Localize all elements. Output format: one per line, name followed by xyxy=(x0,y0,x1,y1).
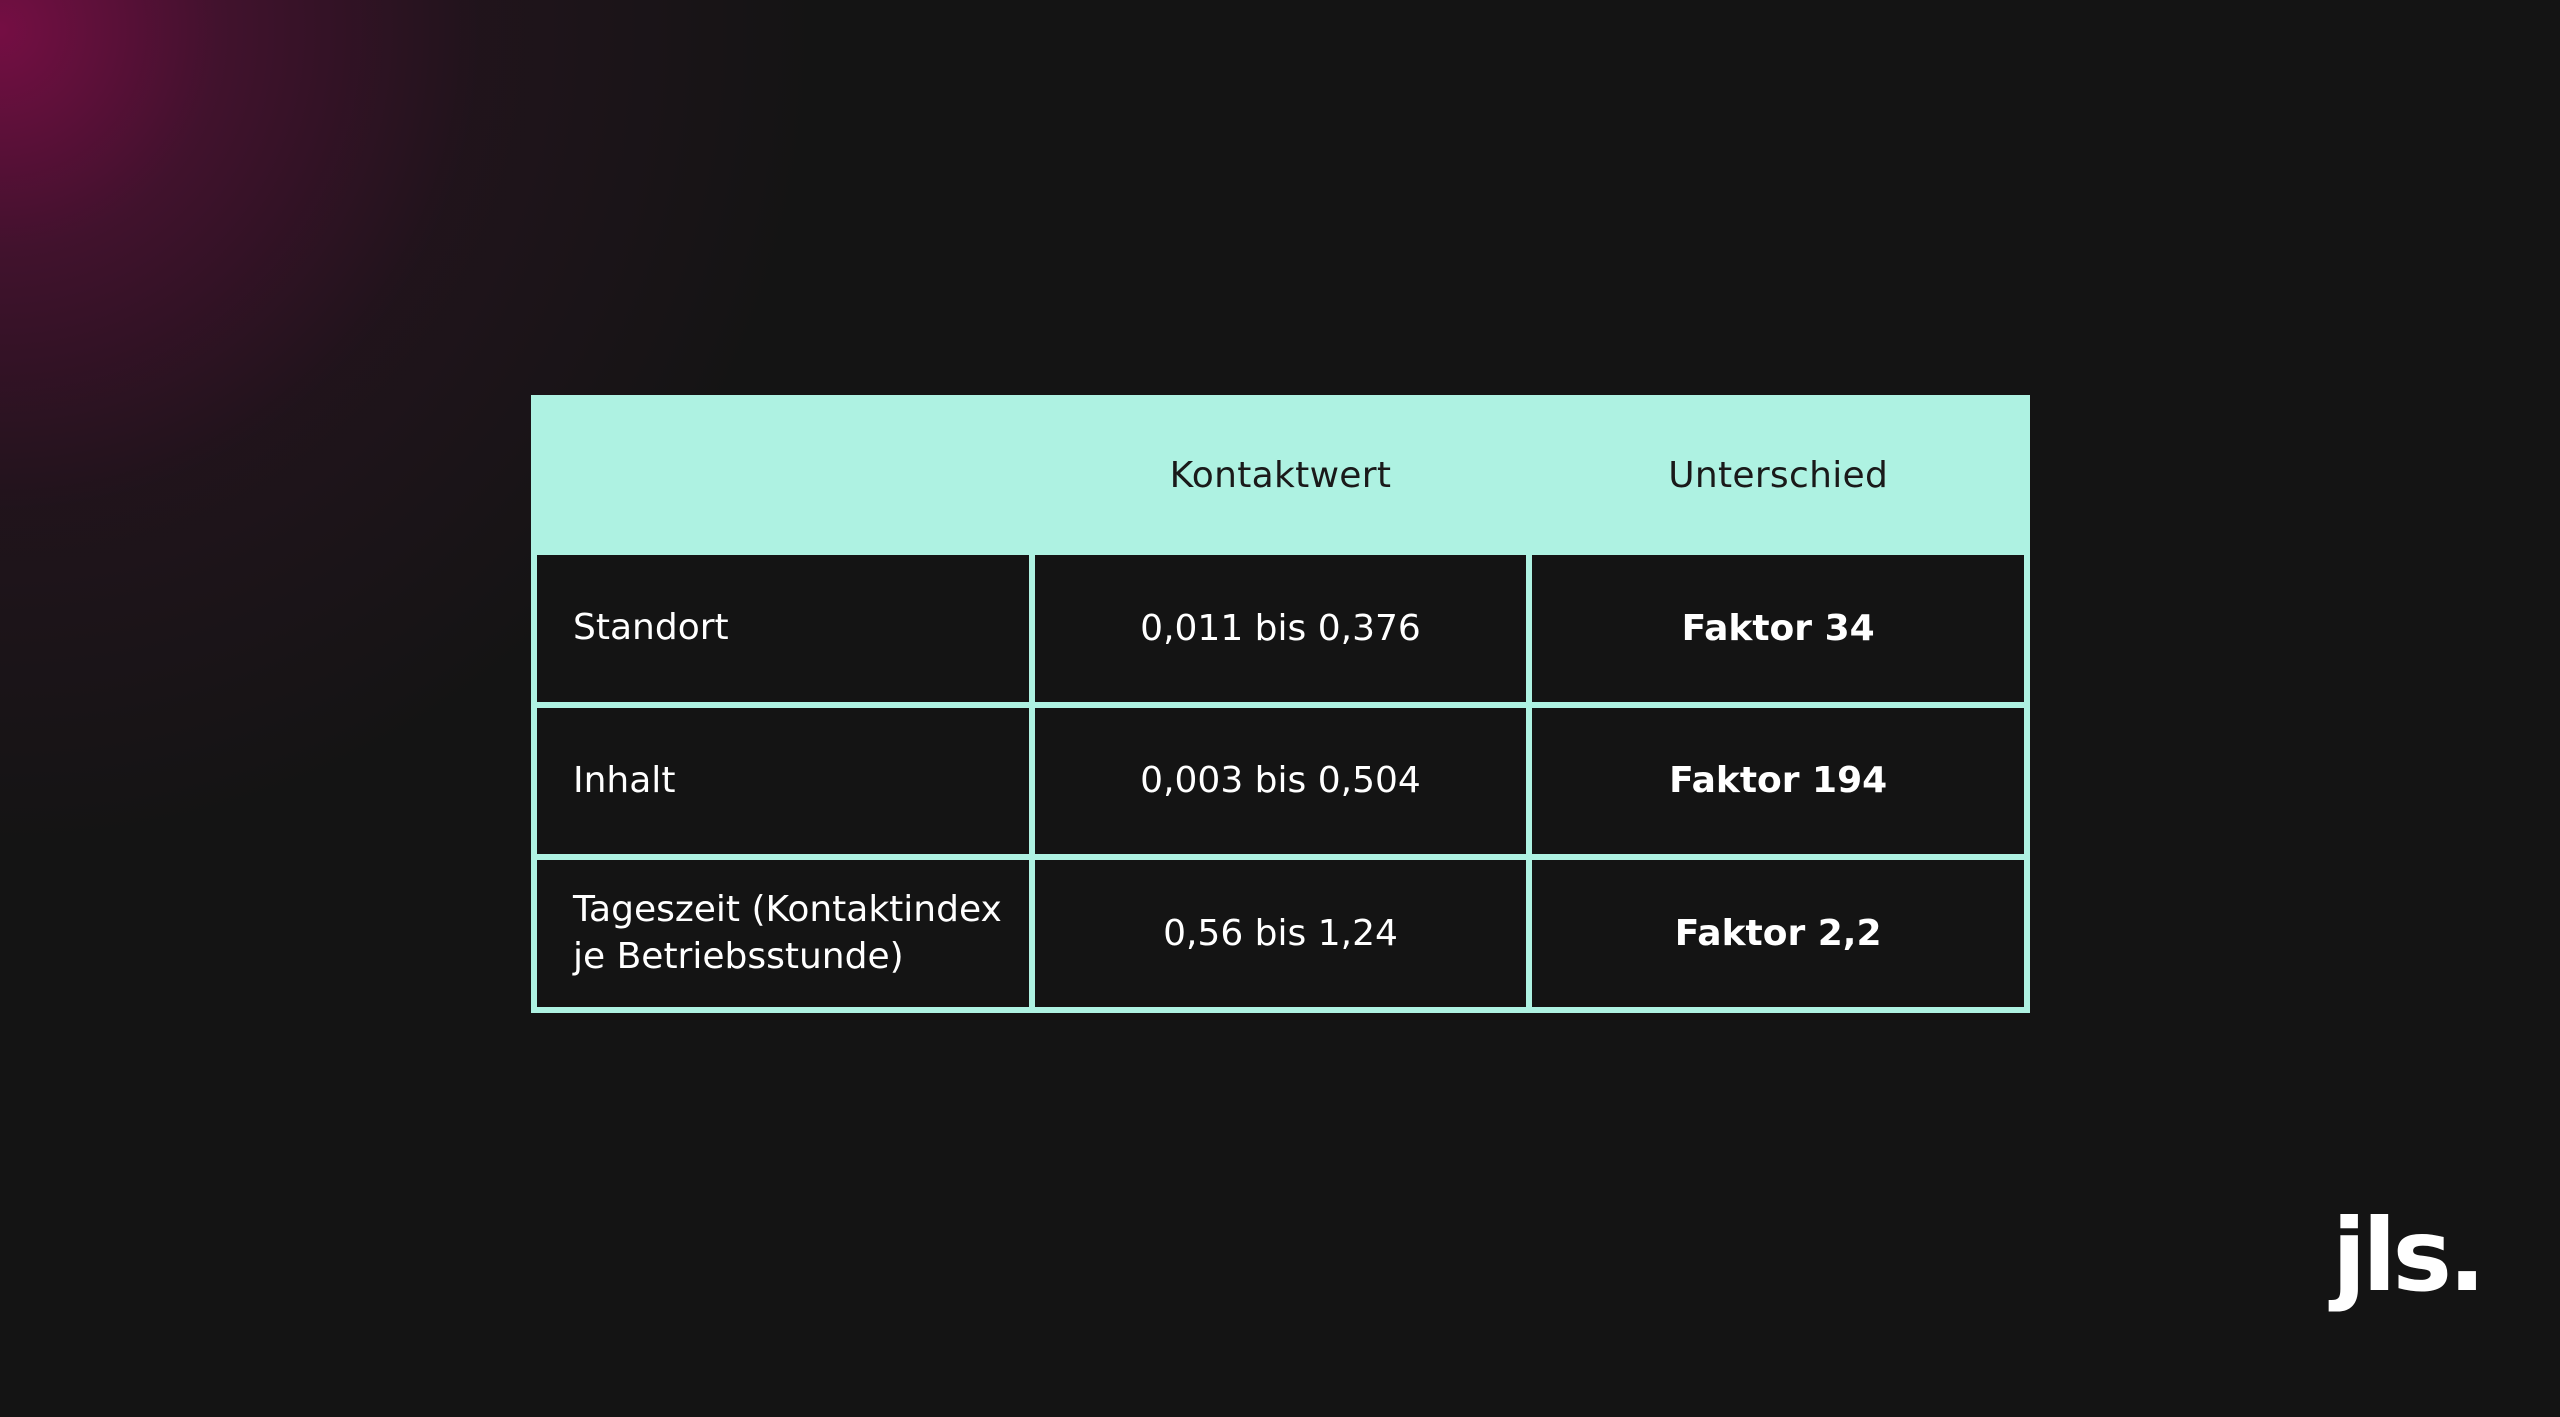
header-unterschied: Unterschied xyxy=(1532,401,2024,549)
table-row: Tageszeit (Kontaktindex je Betriebsstund… xyxy=(537,860,2024,1007)
comparison-table: Kontaktwert Unterschied Standort 0,011 b… xyxy=(531,395,2030,1013)
row-label: Inhalt xyxy=(537,707,1029,855)
header-kontaktwert: Kontaktwert xyxy=(1034,401,1527,549)
row-value: 0,011 bis 0,376 xyxy=(1034,555,1527,702)
row-value: 0,003 bis 0,504 xyxy=(1034,707,1527,855)
comparison-table-grid: Kontaktwert Unterschied Standort 0,011 b… xyxy=(531,395,2030,1013)
header-empty xyxy=(537,401,1029,549)
row-factor: Faktor 194 xyxy=(1532,707,2024,855)
table-header-row: Kontaktwert Unterschied xyxy=(537,401,2024,549)
table-row: Standort 0,011 bis 0,376 Faktor 34 xyxy=(537,555,2024,702)
jls-logo: jls. xyxy=(2332,1197,2486,1314)
row-label: Standort xyxy=(537,555,1029,702)
row-label: Tageszeit (Kontaktindex je Betriebsstund… xyxy=(537,860,1029,1007)
table-row: Inhalt 0,003 bis 0,504 Faktor 194 xyxy=(537,707,2024,855)
row-value: 0,56 bis 1,24 xyxy=(1034,860,1527,1007)
row-factor: Faktor 2,2 xyxy=(1532,860,2024,1007)
row-factor: Faktor 34 xyxy=(1532,555,2024,702)
